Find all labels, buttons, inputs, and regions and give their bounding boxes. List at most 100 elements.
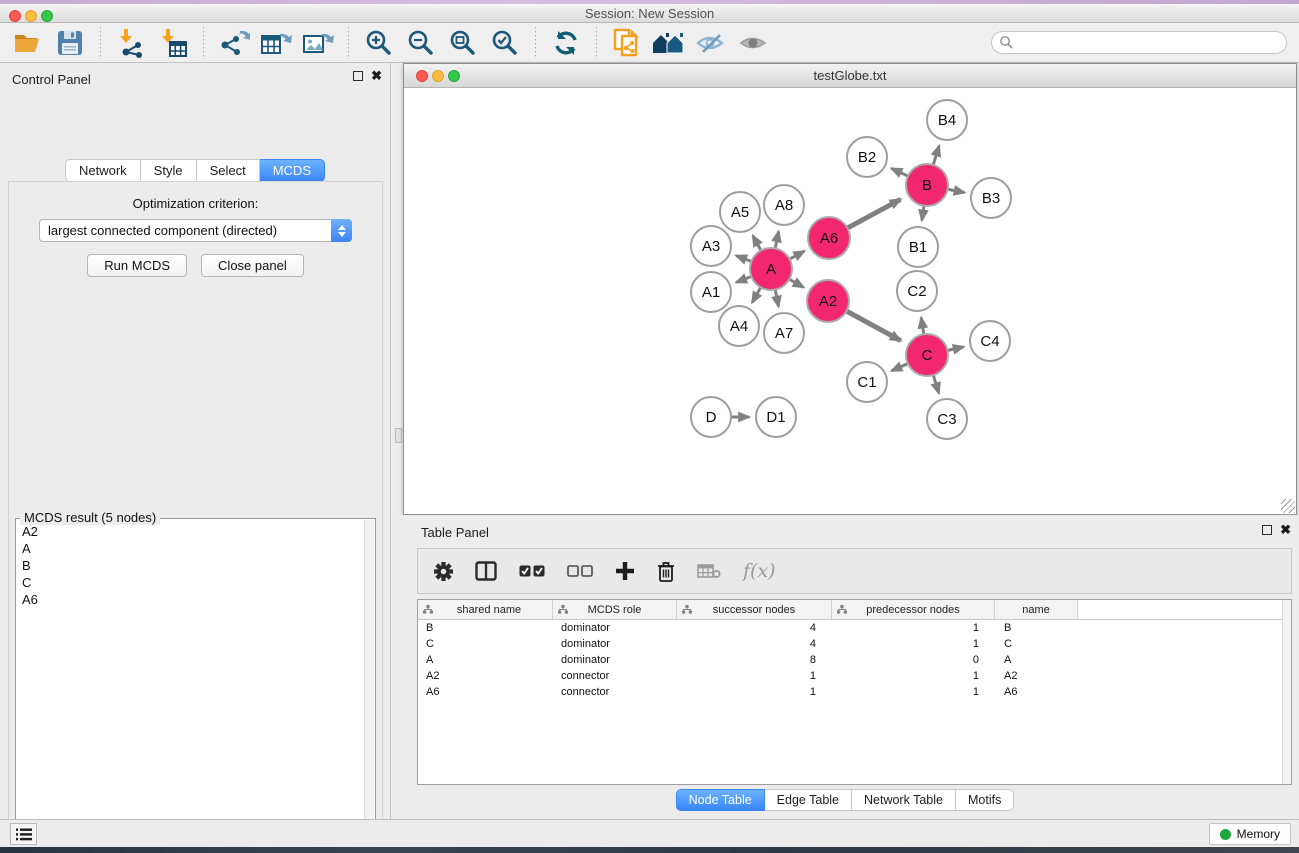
table-row[interactable]: B dominator 4 1 B: [418, 620, 1291, 636]
graph-node-D[interactable]: D: [691, 397, 731, 437]
delete-column-button[interactable]: [657, 561, 675, 582]
run-mcds-button[interactable]: Run MCDS: [87, 254, 187, 277]
cell[interactable]: 1: [832, 670, 995, 682]
graph-node-C4[interactable]: C4: [970, 321, 1010, 361]
graph-node-C1[interactable]: C1: [847, 362, 887, 402]
column-header-mcds-role[interactable]: MCDS role: [553, 600, 677, 619]
cell[interactable]: dominator: [553, 638, 677, 650]
cell[interactable]: 1: [832, 638, 995, 650]
import-table-button[interactable]: [155, 26, 191, 60]
tab-network[interactable]: Network: [65, 159, 141, 182]
graph-node-B4[interactable]: B4: [927, 100, 967, 140]
memory-button[interactable]: Memory: [1209, 823, 1291, 845]
cell[interactable]: A: [418, 654, 553, 666]
graph-node-B[interactable]: B: [906, 164, 948, 206]
column-header-predecessor-nodes[interactable]: predecessor nodes: [832, 600, 995, 619]
zoom-fit-button[interactable]: [445, 26, 481, 60]
tab-mcds[interactable]: MCDS: [260, 159, 325, 182]
open-session-button[interactable]: [10, 26, 46, 60]
graph-node-C2[interactable]: C2: [897, 271, 937, 311]
graph-node-A[interactable]: A: [750, 248, 792, 290]
cell[interactable]: A6: [995, 686, 1078, 698]
cell[interactable]: A2: [418, 670, 553, 682]
tab-style[interactable]: Style: [141, 159, 197, 182]
graph-node-A5[interactable]: A5: [720, 192, 760, 232]
cell[interactable]: 4: [677, 622, 832, 634]
duplicate-network-button[interactable]: [609, 26, 645, 60]
table-row[interactable]: A dominator 8 0 A: [418, 652, 1291, 668]
function-builder-button[interactable]: f(x): [743, 560, 776, 582]
result-list-scrollbar[interactable]: [364, 520, 374, 853]
tab-motifs[interactable]: Motifs: [956, 789, 1014, 811]
panel-divider-grip[interactable]: [395, 428, 402, 443]
save-session-button[interactable]: [52, 26, 88, 60]
graph-node-A6[interactable]: A6: [808, 217, 850, 259]
export-table-button[interactable]: [258, 26, 294, 60]
criterion-dropdown[interactable]: largest connected component (directed): [39, 219, 352, 242]
close-table-panel-icon[interactable]: ✖: [1280, 525, 1291, 535]
deselect-all-button[interactable]: [567, 565, 593, 577]
graph-node-B2[interactable]: B2: [847, 137, 887, 177]
float-panel-icon[interactable]: [353, 71, 363, 81]
tab-node-table[interactable]: Node Table: [676, 789, 765, 811]
result-item[interactable]: A6: [18, 591, 363, 608]
close-panel-icon[interactable]: ✖: [371, 71, 382, 81]
graph-node-A3[interactable]: A3: [691, 226, 731, 266]
column-header-shared-name[interactable]: shared name: [418, 600, 553, 619]
graph-node-A4[interactable]: A4: [719, 306, 759, 346]
result-item[interactable]: A2: [18, 523, 363, 540]
window-resize-grip[interactable]: [1281, 499, 1295, 513]
refresh-view-button[interactable]: [548, 26, 584, 60]
export-network-button[interactable]: [216, 26, 252, 60]
cell[interactable]: A: [995, 654, 1078, 666]
graph-node-A2[interactable]: A2: [807, 280, 849, 322]
zoom-in-button[interactable]: [361, 26, 397, 60]
cell[interactable]: dominator: [553, 622, 677, 634]
result-item[interactable]: C: [18, 574, 363, 591]
task-history-button[interactable]: [10, 823, 37, 845]
network-canvas[interactable]: B4 B2 B B3 A5A8A6 A3 B1 A A1 C2 A2 A4A7 C4 C C1 D D1 C3: [404, 88, 1296, 514]
cell[interactable]: 1: [832, 686, 995, 698]
graph-node-B3[interactable]: B3: [971, 178, 1011, 218]
cell[interactable]: A6: [418, 686, 553, 698]
search-input[interactable]: [991, 31, 1287, 54]
float-table-panel-icon[interactable]: [1262, 525, 1272, 535]
tab-edge-table[interactable]: Edge Table: [765, 789, 852, 811]
result-item[interactable]: A: [18, 540, 363, 557]
cell[interactable]: C: [418, 638, 553, 650]
cell[interactable]: B: [418, 622, 553, 634]
cell[interactable]: connector: [553, 670, 677, 682]
column-header-name[interactable]: name: [995, 600, 1078, 619]
tab-select[interactable]: Select: [197, 159, 260, 182]
table-settings-button[interactable]: [434, 562, 453, 581]
delete-table-button[interactable]: [697, 563, 721, 579]
graph-node-A8[interactable]: A8: [764, 185, 804, 225]
home-button[interactable]: [651, 26, 687, 60]
select-all-button[interactable]: [519, 565, 545, 577]
zoom-selected-button[interactable]: [487, 26, 523, 60]
graph-node-C3[interactable]: C3: [927, 399, 967, 439]
cell[interactable]: 1: [677, 686, 832, 698]
graph-node-A1[interactable]: A1: [691, 272, 731, 312]
table-scrollbar[interactable]: [1282, 600, 1291, 784]
hide-details-button[interactable]: [693, 26, 729, 60]
cell[interactable]: 4: [677, 638, 832, 650]
zoom-out-button[interactable]: [403, 26, 439, 60]
cell[interactable]: C: [995, 638, 1078, 650]
cell[interactable]: connector: [553, 686, 677, 698]
table-row[interactable]: A2 connector 1 1 A2: [418, 668, 1291, 684]
graph-node-B1[interactable]: B1: [898, 227, 938, 267]
table-row[interactable]: C dominator 4 1 C: [418, 636, 1291, 652]
cell[interactable]: B: [995, 622, 1078, 634]
cell[interactable]: 0: [832, 654, 995, 666]
add-column-button[interactable]: [615, 561, 635, 581]
export-image-button[interactable]: [300, 26, 336, 60]
column-header-successor-nodes[interactable]: successor nodes: [677, 600, 832, 619]
graph-node-D1[interactable]: D1: [756, 397, 796, 437]
graph-node-C[interactable]: C: [906, 334, 948, 376]
cell[interactable]: 1: [832, 622, 995, 634]
cell[interactable]: 1: [677, 670, 832, 682]
graph-node-A7[interactable]: A7: [764, 313, 804, 353]
import-network-button[interactable]: [113, 26, 149, 60]
cell[interactable]: A2: [995, 670, 1078, 682]
